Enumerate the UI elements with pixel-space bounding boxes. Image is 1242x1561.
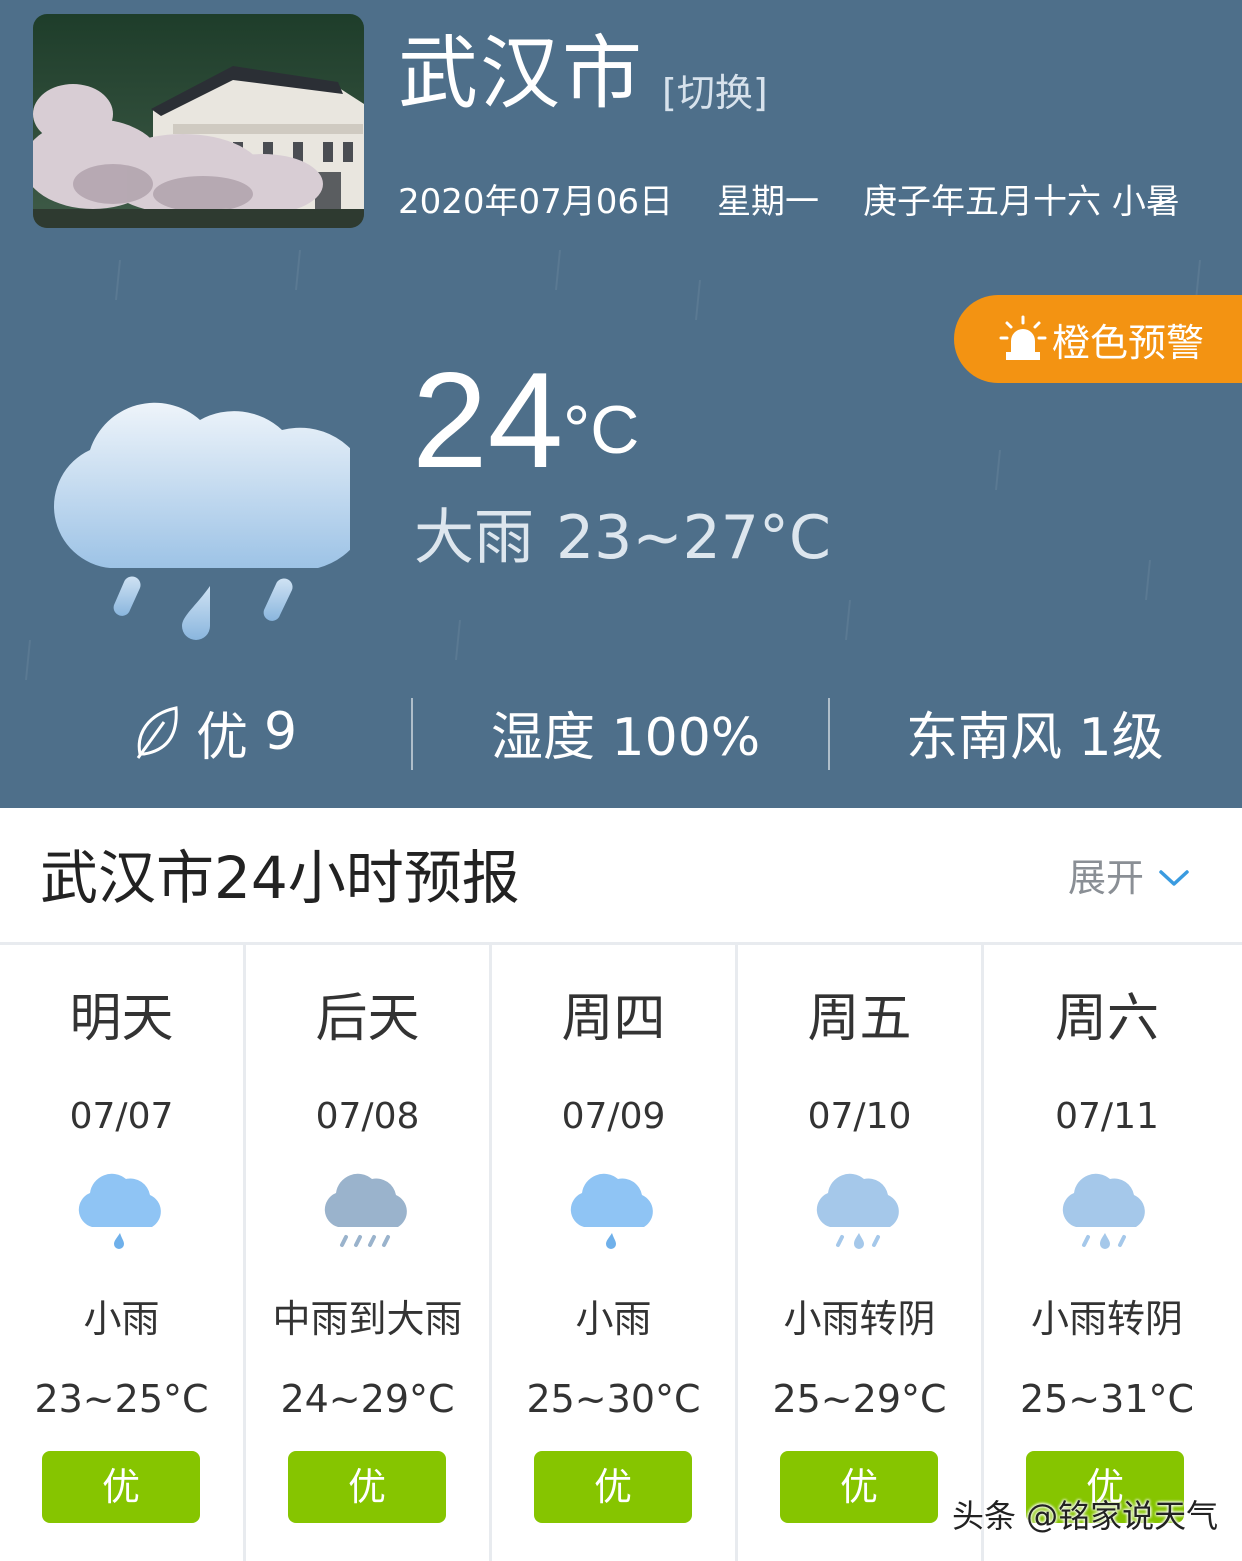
rain-to-overcast-icon	[1062, 1173, 1145, 1249]
light-rain-icon	[78, 1173, 161, 1249]
day-temperature-range: 25~29°C	[772, 1377, 947, 1421]
current-temperature: 24	[412, 344, 564, 496]
day-date: 07/09	[561, 1096, 666, 1137]
aqi-label: 优	[196, 707, 249, 768]
orange-alert-button[interactable]: 橙色预警	[954, 295, 1242, 383]
aqi-badge: 优	[534, 1451, 692, 1523]
aqi-value: 9	[264, 702, 298, 762]
day-temperature-range: 25~31°C	[1019, 1377, 1195, 1421]
air-quality-stat[interactable]: 优 9	[134, 690, 297, 774]
day-name: 周六	[1054, 989, 1159, 1049]
city-name: 武汉市	[398, 27, 644, 120]
forecast-day-card[interactable]: 明天 07/07 小雨 23~25°C 优	[0, 945, 246, 1561]
forecast-day-card[interactable]: 后天 07/08 中雨到大雨 24~29°C 优	[246, 945, 492, 1561]
day-date: 07/07	[69, 1096, 174, 1137]
moderate-heavy-rain-icon	[324, 1173, 407, 1247]
weather-hero: 武汉市 [切换] 2020年07月06日 星期一 庚子年五月十六 小暑 橙色预警	[0, 0, 1242, 808]
date-line: 2020年07月06日 星期一 庚子年五月十六 小暑	[398, 180, 1180, 224]
stat-divider	[411, 698, 413, 770]
aqi-badge: 优	[780, 1451, 938, 1523]
stat-divider	[828, 698, 830, 770]
day-temperature-range: 23~25°C	[34, 1377, 209, 1421]
switch-city-link[interactable]: [切换]	[662, 68, 768, 118]
expand-button[interactable]: 展开	[1068, 854, 1192, 902]
siren-icon	[999, 315, 1047, 360]
wind-stat: 东南风 1级	[906, 707, 1164, 768]
day-condition: 小雨转阴	[783, 1297, 936, 1341]
leaf-icon	[136, 706, 178, 759]
city-photo	[33, 14, 364, 228]
day-temperature-range: 24~29°C	[280, 1377, 455, 1421]
day-name: 明天	[69, 989, 174, 1049]
heavy-rain-icon	[53, 402, 350, 640]
day-name: 周四	[561, 989, 666, 1049]
forecast-title: 武汉市24小时预报	[40, 844, 520, 912]
rain-to-overcast-icon	[816, 1173, 899, 1249]
watermark: 头条 @铭家说天气	[952, 1497, 1219, 1535]
day-date: 07/11	[1055, 1096, 1159, 1137]
current-range: 23~27°C	[556, 503, 831, 573]
forecast-day-card[interactable]: 周六 07/11 小雨转阴 25~31°C 优	[984, 945, 1230, 1561]
forecast-day-card[interactable]: 周四 07/09 小雨 25~30°C 优	[492, 945, 738, 1561]
aqi-badge: 优	[288, 1451, 446, 1523]
day-date: 07/08	[315, 1096, 420, 1137]
weekday-text: 星期一	[717, 182, 820, 222]
forecast-days: 明天 07/07 小雨 23~25°C 优 后天 07/08 中雨到大雨 24~…	[0, 945, 1242, 1561]
expand-label: 展开	[1068, 856, 1145, 900]
day-condition: 小雨转阴	[1030, 1297, 1183, 1341]
current-condition-row: 大雨 23~27°C	[414, 500, 853, 576]
day-name: 周五	[807, 989, 912, 1049]
day-condition: 中雨到大雨	[272, 1297, 463, 1341]
day-condition: 小雨	[83, 1297, 160, 1341]
light-rain-icon	[570, 1173, 653, 1249]
day-temperature-range: 25~30°C	[526, 1377, 701, 1421]
forecast-header: 武汉市24小时预报 展开	[0, 808, 1242, 945]
day-date: 07/10	[807, 1096, 912, 1137]
stats-bar: 优 9 湿度 100% 东南风 1级	[0, 690, 1242, 774]
chevron-down-icon	[1159, 870, 1189, 886]
date-text: 2020年07月06日	[398, 182, 674, 222]
alert-label: 橙色预警	[1052, 320, 1205, 365]
day-condition: 小雨	[575, 1297, 652, 1341]
lunar-date-text: 庚子年五月十六 小暑	[863, 182, 1180, 222]
current-condition: 大雨	[414, 503, 534, 573]
forecast-day-card[interactable]: 周五 07/10 小雨转阴 25~29°C 优	[738, 945, 984, 1561]
temperature-unit: °C	[563, 392, 640, 468]
aqi-badge: 优	[42, 1451, 200, 1523]
humidity-stat: 湿度 100%	[491, 707, 761, 768]
day-name: 后天	[315, 989, 420, 1049]
